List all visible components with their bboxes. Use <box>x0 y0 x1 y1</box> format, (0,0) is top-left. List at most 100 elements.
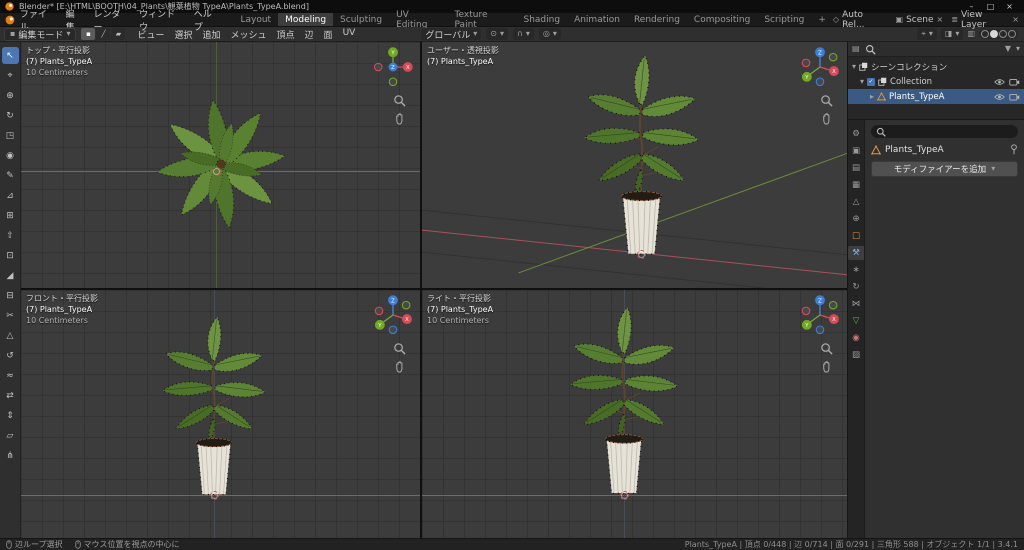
tab-modeling[interactable]: Modeling <box>278 13 334 26</box>
eye-icon[interactable] <box>994 93 1005 101</box>
shrink-fatten-tool[interactable]: ⇕ <box>2 407 19 424</box>
mode-dropdown[interactable]: ▪ 編集モード ▾ <box>4 27 77 41</box>
eye-icon[interactable] <box>994 78 1005 86</box>
edge-slide-tool[interactable]: ⇄ <box>2 387 19 404</box>
pan-hand-icon[interactable] <box>820 360 833 373</box>
tab-render[interactable]: ▣ <box>848 144 864 158</box>
poly-build-tool[interactable]: △ <box>2 327 19 344</box>
object-row-plants-typea[interactable]: ▸ Plants_TypeA <box>848 89 1024 104</box>
rotate-tool[interactable]: ↻ <box>2 107 19 124</box>
add-workspace-button[interactable]: + <box>811 13 833 26</box>
tab-layout[interactable]: Layout <box>233 13 278 26</box>
tab-modifiers[interactable]: ⚒ <box>848 246 864 260</box>
viewport-front[interactable]: フロント・平行投影 (7) Plants_TypeA 10 Centimeter… <box>21 290 420 538</box>
tab-output[interactable]: ▤ <box>848 161 864 175</box>
orientation-dropdown[interactable]: グローバル ▾ <box>421 28 482 41</box>
add-cube-tool[interactable]: ⊞ <box>2 207 19 224</box>
zoom-icon[interactable] <box>393 342 406 355</box>
tab-uv-editing[interactable]: UV Editing <box>389 10 447 30</box>
tab-particles[interactable]: ∗ <box>848 263 864 277</box>
viewport-right[interactable]: ライト・平行投影 (7) Plants_TypeA 10 Centimeters <box>422 290 847 538</box>
navigation-gizmo[interactable] <box>797 44 843 90</box>
pin-icon[interactable] <box>1010 144 1018 155</box>
tab-compositing[interactable]: Compositing <box>687 13 757 26</box>
tab-sculpting[interactable]: Sculpting <box>333 13 389 26</box>
tab-shading[interactable]: Shading <box>517 13 568 26</box>
auto-rel-toggle[interactable]: ◇ Auto Rel... <box>833 10 888 30</box>
smooth-tool[interactable]: ≈ <box>2 367 19 384</box>
scene-collection-row[interactable]: ▾ シーンコレクション <box>848 59 1024 74</box>
menu-edge[interactable]: 辺 <box>300 28 319 41</box>
tab-constraints[interactable]: ⋈ <box>848 297 864 311</box>
tab-rendering[interactable]: Rendering <box>627 13 687 26</box>
tab-object-data[interactable]: ▽ <box>848 314 864 328</box>
properties-search-input[interactable] <box>889 127 1013 136</box>
scene-unlink-icon[interactable]: × <box>937 15 944 24</box>
annotate-tool[interactable]: ✎ <box>2 167 19 184</box>
disclosure-icon[interactable]: ▾ <box>852 62 856 71</box>
show-overlays-toggle[interactable]: ◨ ▾ <box>940 28 964 40</box>
plant-mesh-front[interactable] <box>150 312 278 498</box>
navigation-gizmo[interactable] <box>370 44 416 90</box>
pan-hand-icon[interactable] <box>393 112 406 125</box>
loop-cut-tool[interactable]: ⊟ <box>2 287 19 304</box>
spin-tool[interactable]: ↺ <box>2 347 19 364</box>
camera-icon[interactable] <box>1009 77 1020 86</box>
rip-region-tool[interactable]: ⋔ <box>2 447 19 464</box>
bevel-tool[interactable]: ◢ <box>2 267 19 284</box>
knife-tool[interactable]: ✂ <box>2 307 19 324</box>
material-shading-button[interactable] <box>999 30 1007 38</box>
tab-scene[interactable]: △ <box>848 195 864 209</box>
menu-vertex[interactable]: 頂点 <box>272 28 300 41</box>
measure-tool[interactable]: ⊿ <box>2 187 19 204</box>
viewport-top[interactable]: トップ・平行投影 (7) Plants_TypeA 10 Centimeters <box>21 42 420 288</box>
plant-mesh-top[interactable] <box>141 84 301 244</box>
collection-row[interactable]: ▾ ✓ Collection <box>848 74 1024 89</box>
zoom-icon[interactable] <box>820 342 833 355</box>
menu-face[interactable]: 面 <box>319 28 338 41</box>
tab-scripting[interactable]: Scripting <box>757 13 811 26</box>
menu-mesh[interactable]: メッシュ <box>226 28 272 41</box>
tab-tool[interactable]: ⚙ <box>848 127 864 141</box>
shear-tool[interactable]: ▱ <box>2 427 19 444</box>
view-layer-unlink-icon[interactable]: × <box>1012 15 1019 24</box>
zoom-icon[interactable] <box>393 94 406 107</box>
viewport-user[interactable]: ユーザー・透視投影 (7) Plants_TypeA <box>422 42 847 288</box>
extrude-tool[interactable]: ⇧ <box>2 227 19 244</box>
cursor-tool[interactable]: ⌖ <box>2 67 19 84</box>
tab-view-layer[interactable]: ▦ <box>848 178 864 192</box>
rendered-shading-button[interactable] <box>1008 30 1016 38</box>
disclosure-icon[interactable]: ▸ <box>870 92 874 101</box>
camera-icon[interactable] <box>1009 92 1020 101</box>
tab-world[interactable]: ⊕ <box>848 212 864 226</box>
navigation-gizmo[interactable] <box>797 292 843 338</box>
collection-checkbox[interactable]: ✓ <box>867 77 876 86</box>
solid-shading-button[interactable] <box>990 30 998 38</box>
navigation-gizmo[interactable] <box>370 292 416 338</box>
scale-tool[interactable]: ◳ <box>2 127 19 144</box>
pan-hand-icon[interactable] <box>820 112 833 125</box>
scene-selector[interactable]: ▣ Scene × <box>896 15 944 25</box>
filter-funnel-icon[interactable]: ▼ <box>1005 45 1011 53</box>
wireframe-shading-button[interactable] <box>981 30 989 38</box>
pivot-dropdown[interactable]: ⊙ ▾ <box>486 28 508 40</box>
outliner-editor-icon[interactable]: ▤ <box>852 45 860 53</box>
tab-material[interactable]: ◉ <box>848 331 864 345</box>
plant-mesh-user[interactable] <box>570 50 713 258</box>
tab-texture[interactable]: ▨ <box>848 348 864 362</box>
disclosure-icon[interactable]: ▾ <box>860 77 864 86</box>
tab-physics[interactable]: ↻ <box>848 280 864 294</box>
menu-select[interactable]: 選択 <box>169 28 197 41</box>
pan-hand-icon[interactable] <box>393 360 406 373</box>
plant-mesh-right[interactable] <box>557 302 691 497</box>
zoom-icon[interactable] <box>820 94 833 107</box>
tab-animation[interactable]: Animation <box>567 13 627 26</box>
menu-add[interactable]: 追加 <box>197 28 225 41</box>
inset-faces-tool[interactable]: ⊡ <box>2 247 19 264</box>
select-box-tool[interactable]: ↖ <box>1 47 19 64</box>
menu-view[interactable]: ビュー <box>132 28 169 41</box>
show-gizmo-toggle[interactable]: ⌖ ▾ <box>917 28 937 40</box>
tab-object[interactable]: □ <box>848 229 864 243</box>
properties-search[interactable] <box>871 125 1018 138</box>
vertex-select-button[interactable]: ▪ <box>81 28 96 40</box>
